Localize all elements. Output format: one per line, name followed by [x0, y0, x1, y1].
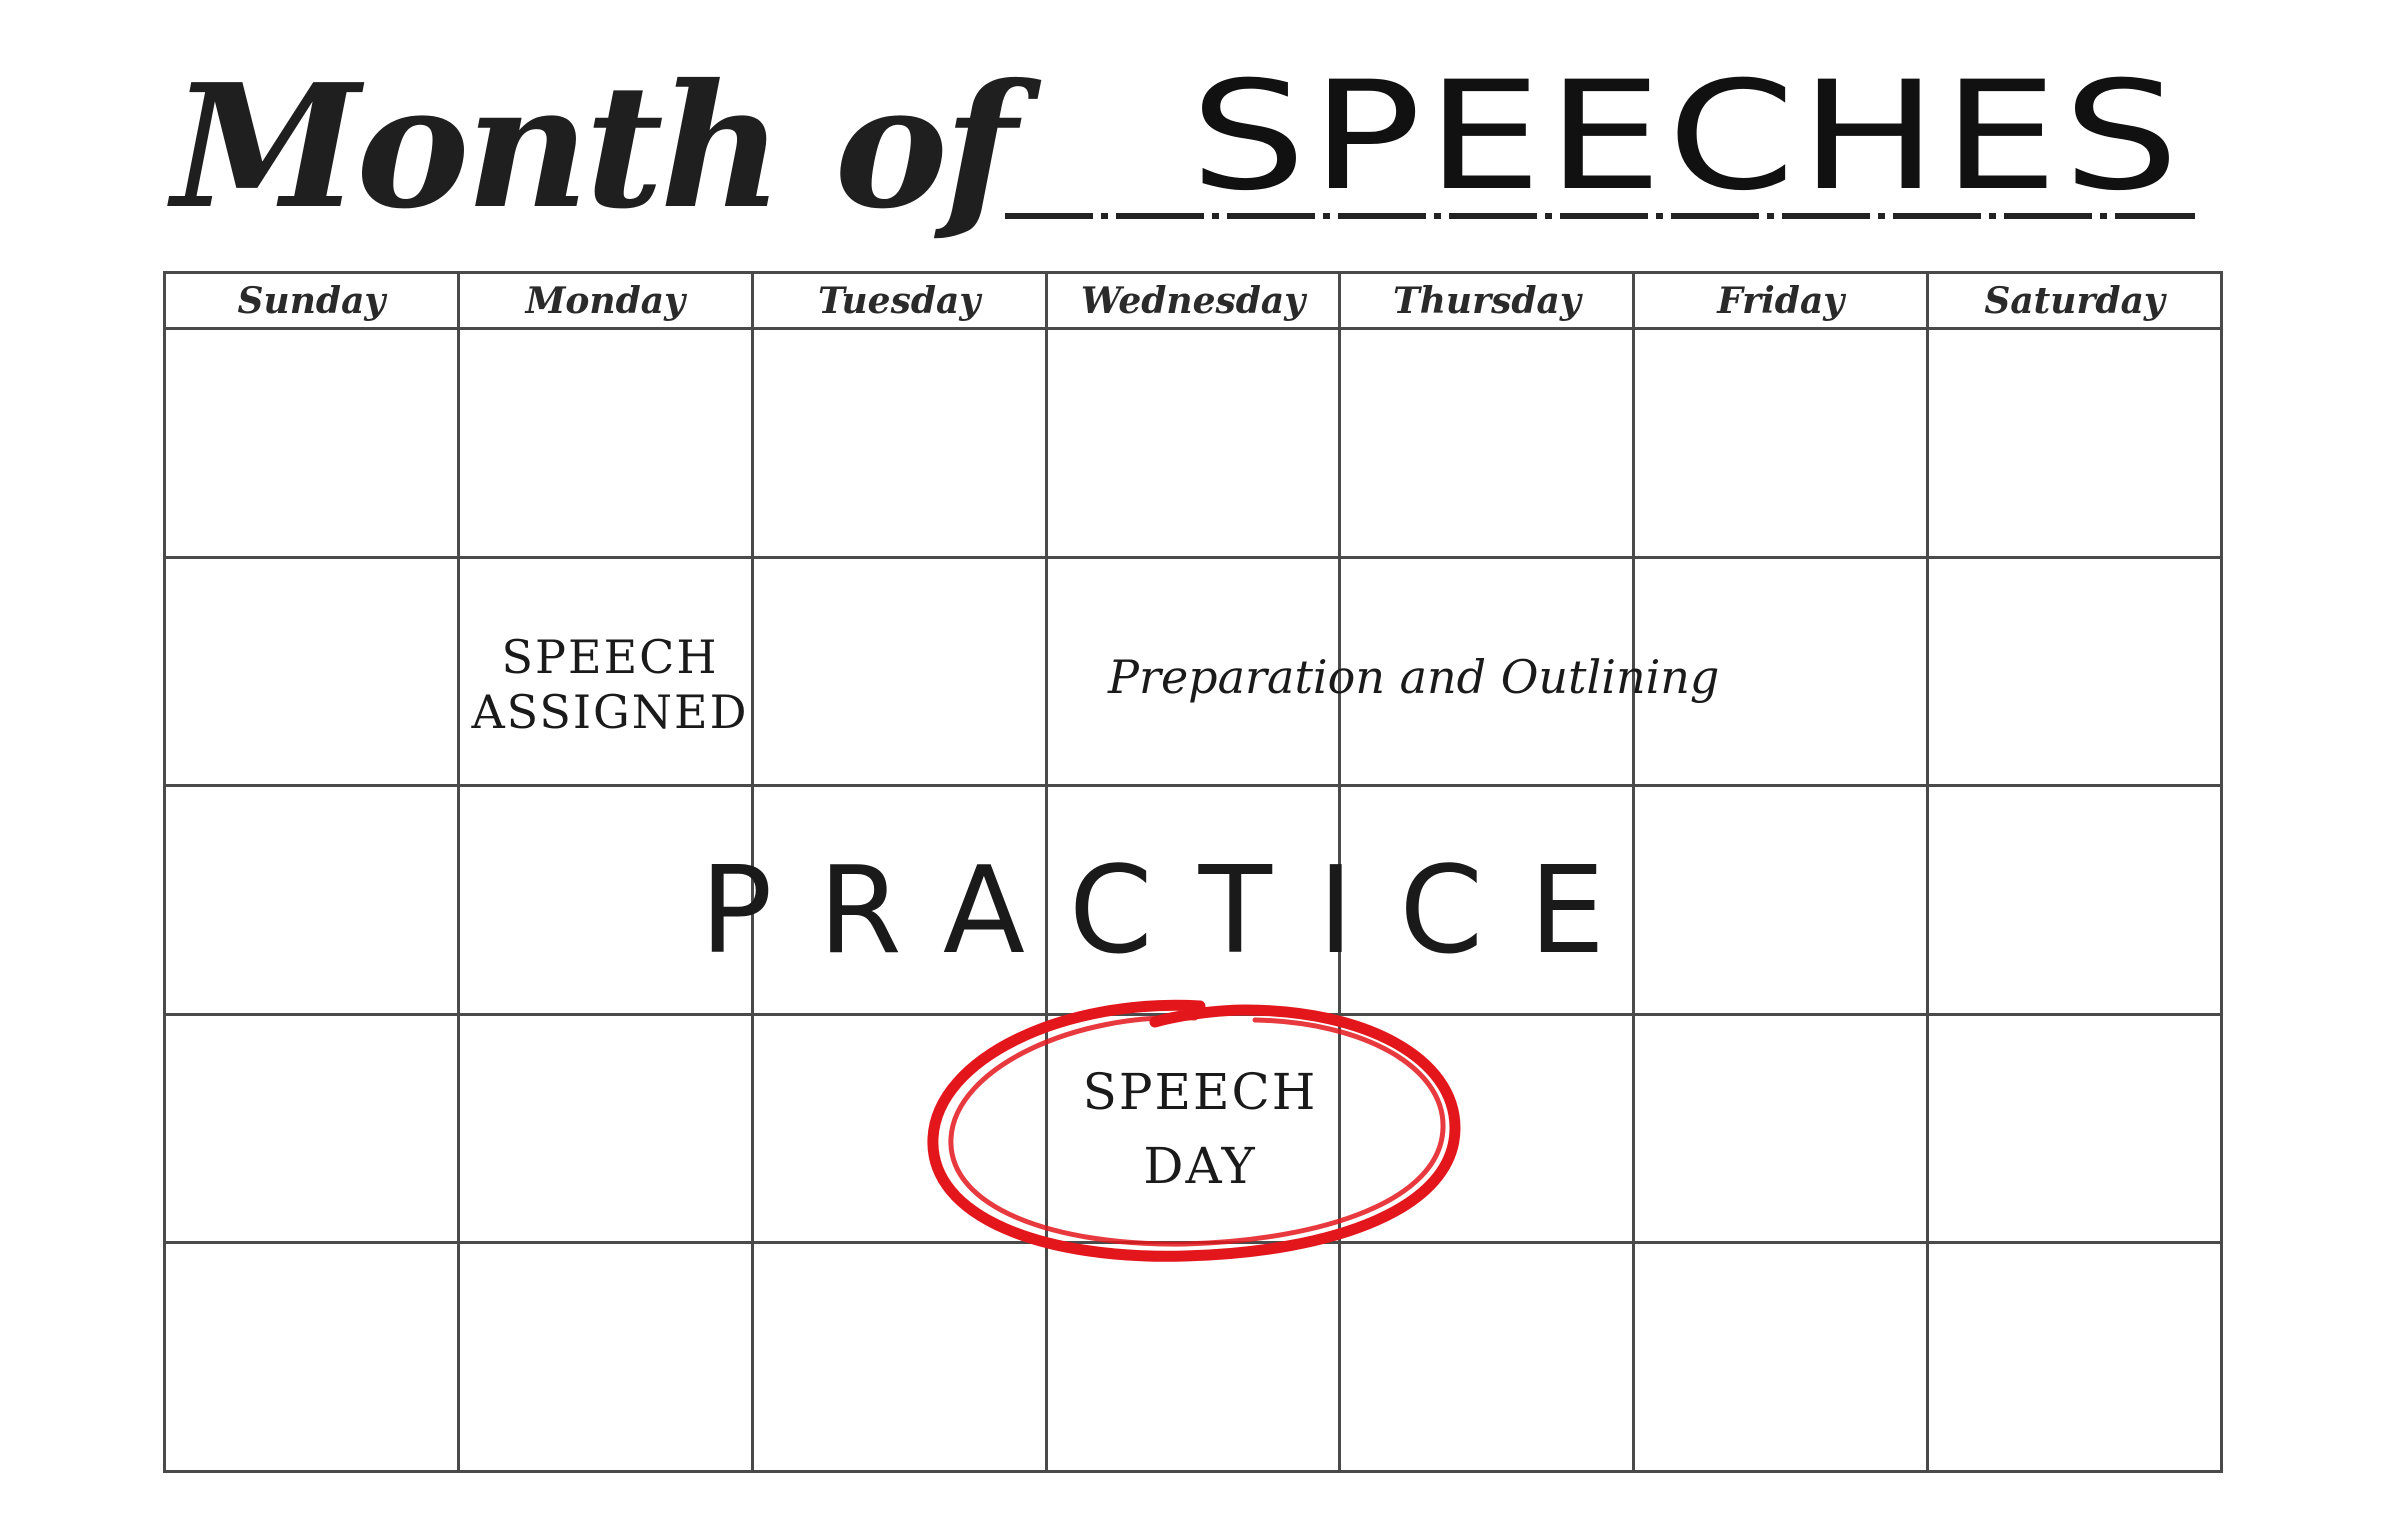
weekday-header-thursday: Thursday	[1341, 274, 1636, 327]
calendar-day-cell	[754, 1015, 1048, 1242]
weekday-header-monday: Monday	[460, 274, 754, 327]
calendar-day-cell	[166, 1244, 460, 1470]
note-speech-day-line-1: SPEECH	[1082, 1063, 1318, 1121]
note-preparation-outlining: Preparation and Outlining	[1108, 650, 1720, 704]
calendar-day-cell	[460, 1015, 754, 1242]
calendar-day-cell	[1929, 330, 2220, 556]
calendar-day-cell	[1929, 1244, 2220, 1470]
calendar-day-cell	[1341, 1015, 1636, 1242]
note-speech-day-line-2: DAY	[1143, 1137, 1257, 1195]
calendar-day-cell	[1929, 787, 2220, 1013]
note-speech-assigned-line-2: ASSIGNED	[471, 685, 749, 740]
weekday-header-saturday: Saturday	[1984, 279, 2165, 322]
note-speech-assigned: SPEECH ASSIGNED	[460, 630, 760, 740]
calendar-day-cell	[1635, 1244, 1930, 1470]
calendar-day-cell	[166, 787, 460, 1013]
weekday-header-row: Sunday Monday Tuesday Wednesday Thursday…	[166, 274, 2220, 330]
weekday-header-friday: Friday	[1635, 274, 1930, 327]
calendar-day-cell	[1635, 1015, 1930, 1242]
weekday-header-sunday: Sunday	[166, 274, 460, 327]
calendar-day-cell	[460, 330, 754, 556]
calendar-day-cell	[754, 558, 1048, 785]
weekday-header-tuesday: Tuesday	[754, 274, 1048, 327]
calendar-day-cell	[754, 1244, 1048, 1470]
calendar-day-cell	[1929, 559, 2220, 785]
calendar-day-cell	[166, 1015, 460, 1242]
calendar-week-row	[166, 330, 2220, 559]
title-underline	[1005, 213, 2195, 219]
calendar-day-cell	[1635, 787, 1930, 1013]
calendar-week-row	[166, 1244, 2220, 1470]
calendar-day-cell	[1048, 330, 1342, 556]
calendar-day-cell	[1341, 330, 1636, 556]
weekday-header-wednesday: Wednesday	[1048, 274, 1342, 327]
note-speech-day: SPEECH DAY	[1060, 1062, 1340, 1210]
calendar-day-cell	[754, 330, 1048, 556]
page-title-prefix: Month of	[172, 47, 1017, 247]
calendar-day-cell	[1635, 330, 1930, 556]
calendar-day-cell	[166, 558, 460, 785]
note-speech-assigned-line-1: SPEECH	[501, 630, 719, 684]
calendar-day-cell	[1929, 1016, 2220, 1242]
calendar-day-cell	[460, 1244, 754, 1470]
calendar-page: Month of SPEECHES Sunday Monday Tuesday …	[0, 0, 2387, 1517]
calendar-day-cell	[1341, 1244, 1636, 1470]
calendar-day-cell	[166, 330, 460, 556]
month-name-handwritten: SPEECHES	[1190, 50, 2184, 224]
calendar-day-cell	[1048, 1244, 1342, 1470]
note-practice: PRACTICE	[700, 842, 1651, 981]
